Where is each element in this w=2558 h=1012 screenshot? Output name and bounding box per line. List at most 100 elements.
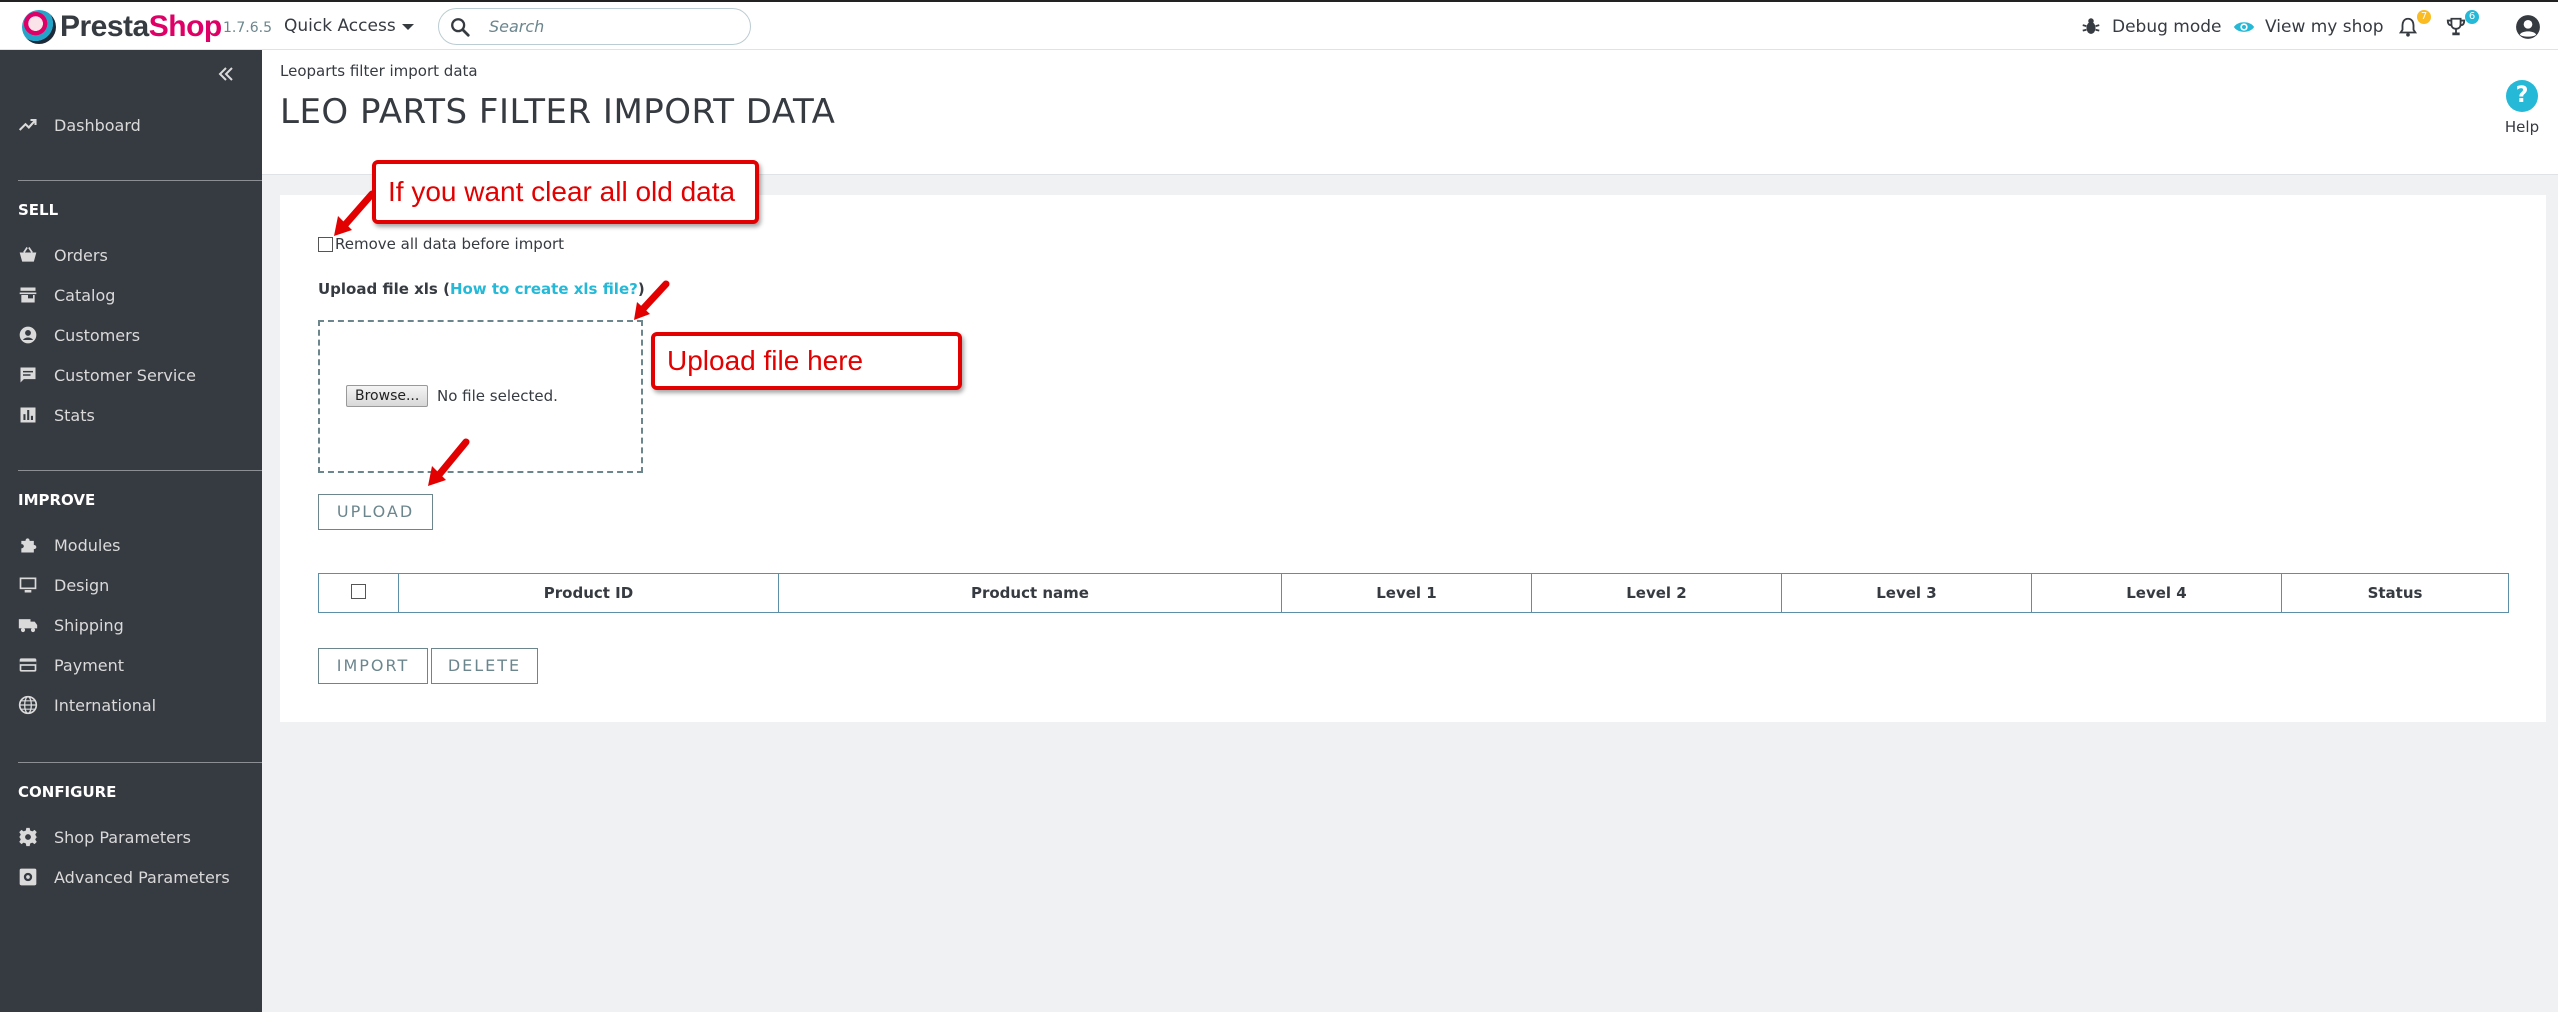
- quick-access-label: Quick Access: [284, 16, 396, 36]
- column-header-product-name[interactable]: Product name: [778, 573, 1282, 613]
- sidebar-item-stats[interactable]: Stats: [18, 400, 258, 430]
- bar-chart-icon: [18, 405, 38, 425]
- sidebar-item-label: Orders: [54, 245, 108, 265]
- column-header-level-1[interactable]: Level 1: [1281, 573, 1532, 613]
- sidebar-item-catalog[interactable]: Catalog: [18, 280, 258, 310]
- user-account-icon[interactable]: [2515, 14, 2541, 40]
- sidebar-item-payment[interactable]: Payment: [18, 650, 258, 680]
- annotation-clear-data: If you want clear all old data: [372, 160, 759, 224]
- sidebar-item-shop-parameters[interactable]: Shop Parameters: [18, 822, 258, 852]
- sidebar-item-design[interactable]: Design: [18, 570, 258, 600]
- browse-button[interactable]: Browse...: [346, 385, 429, 407]
- search-input[interactable]: [489, 17, 729, 36]
- caret-down-icon: [401, 24, 414, 30]
- annotation-arrow-icon: [634, 280, 670, 320]
- brand-shop: Shop: [148, 10, 223, 43]
- section-title-sell: SELL: [18, 201, 59, 219]
- page-title: LEO PARTS FILTER IMPORT DATA: [280, 92, 836, 132]
- how-to-create-xls-link[interactable]: How to create xls file?: [450, 280, 638, 298]
- sidebar-item-international[interactable]: International: [18, 690, 258, 720]
- puzzle-icon: [18, 535, 38, 555]
- section-title-configure: CONFIGURE: [18, 783, 117, 801]
- desktop-icon: [18, 575, 38, 595]
- sidebar-item-label: Customers: [54, 325, 141, 345]
- sidebar-item-orders[interactable]: Orders: [18, 240, 258, 270]
- gear-icon: [18, 827, 38, 847]
- sidebar-divider: [18, 470, 262, 471]
- sidebar-item-label: Stats: [54, 405, 95, 425]
- prestashop-logo[interactable]: PrestaShop: [22, 10, 222, 44]
- upload-button[interactable]: UPLOAD: [318, 494, 433, 530]
- debug-mode-link[interactable]: Debug mode: [2080, 2, 2222, 52]
- upload-file-label: Upload file xls (How to create xls file?…: [318, 280, 645, 298]
- import-panel: Remove all data before import Upload fil…: [280, 195, 2546, 722]
- select-all-header: [318, 573, 399, 613]
- orders-badge: 6: [2465, 10, 2479, 24]
- credit-card-icon: [18, 655, 38, 675]
- brand-presta: Presta: [60, 10, 149, 43]
- sidebar-item-label: Advanced Parameters: [54, 867, 230, 887]
- chat-icon: [18, 365, 38, 385]
- import-button[interactable]: IMPORT: [318, 648, 428, 684]
- sidebar-item-modules[interactable]: Modules: [18, 530, 258, 560]
- quick-access-dropdown[interactable]: Quick Access: [284, 16, 414, 36]
- file-dropzone[interactable]: Browse... No file selected.: [318, 320, 643, 473]
- search-icon[interactable]: [449, 12, 479, 42]
- table-header-row: Product ID Product name Level 1 Level 2 …: [318, 573, 2509, 613]
- help-button[interactable]: ? Help: [2502, 80, 2542, 136]
- debug-mode-label: Debug mode: [2112, 17, 2222, 37]
- page-header: Leoparts filter import data LEO PARTS FI…: [262, 50, 2558, 175]
- sidebar-item-dashboard[interactable]: Dashboard: [18, 110, 258, 140]
- trophy-icon: [2446, 17, 2466, 36]
- sidebar-nav: Dashboard SELL Orders Catalog Customers …: [0, 50, 262, 1012]
- column-header-level-2[interactable]: Level 2: [1531, 573, 1782, 613]
- store-icon: [18, 285, 38, 305]
- sidebar-item-shipping[interactable]: Shipping: [18, 610, 258, 640]
- settings-applications-icon: [18, 867, 38, 887]
- sidebar-item-label: Dashboard: [54, 115, 141, 135]
- help-label: Help: [2504, 118, 2540, 136]
- globe-icon: [18, 695, 38, 715]
- view-my-shop-link[interactable]: View my shop: [2233, 2, 2384, 52]
- help-icon: ?: [2506, 80, 2538, 112]
- notifications-badge: 7: [2417, 10, 2431, 24]
- notifications-button[interactable]: 7: [2397, 10, 2431, 44]
- sidebar-item-customer-service[interactable]: Customer Service: [18, 360, 258, 390]
- basket-icon: [18, 245, 38, 265]
- section-title-improve: IMPROVE: [18, 491, 96, 509]
- sidebar-item-label: Customer Service: [54, 365, 196, 385]
- sidebar-item-advanced-parameters[interactable]: Advanced Parameters: [18, 862, 258, 892]
- sidebar-item-label: Catalog: [54, 285, 116, 305]
- column-header-product-id[interactable]: Product ID: [398, 573, 779, 613]
- annotation-arrow-icon: [428, 438, 470, 486]
- version-label: 1.7.6.5: [223, 20, 272, 36]
- select-all-checkbox[interactable]: [351, 583, 366, 599]
- column-header-level-4[interactable]: Level 4: [2031, 573, 2282, 613]
- view-my-shop-label: View my shop: [2265, 17, 2384, 37]
- annotation-upload-here: Upload file here: [651, 332, 962, 390]
- sidebar-item-label: International: [54, 695, 157, 715]
- bug-icon: [2082, 18, 2100, 34]
- column-header-status[interactable]: Status: [2281, 573, 2509, 613]
- sidebar-item-customers[interactable]: Customers: [18, 320, 258, 350]
- truck-icon: [18, 615, 38, 635]
- annotation-arrow-icon: [334, 190, 376, 236]
- bell-icon: [2398, 17, 2418, 37]
- sidebar-item-label: Shop Parameters: [54, 827, 191, 847]
- prestashop-logo-icon: [22, 10, 56, 44]
- breadcrumb[interactable]: Leoparts filter import data: [280, 62, 478, 80]
- search-box[interactable]: [438, 8, 751, 45]
- sidebar-divider: [18, 762, 262, 763]
- account-circle-icon: [18, 325, 38, 345]
- collapse-sidebar-icon[interactable]: [216, 64, 236, 84]
- orders-button[interactable]: 6: [2445, 10, 2479, 44]
- eye-icon: [2233, 22, 2255, 32]
- delete-button[interactable]: DELETE: [431, 648, 538, 684]
- trending-up-icon: [18, 115, 38, 135]
- no-file-selected-text: No file selected.: [437, 387, 558, 405]
- sidebar-item-label: Design: [54, 575, 110, 595]
- column-header-level-3[interactable]: Level 3: [1781, 573, 2032, 613]
- sidebar-item-label: Payment: [54, 655, 125, 675]
- top-header: PrestaShop 1.7.6.5 Quick Access Debug mo…: [0, 0, 2558, 50]
- import-data-table: Product ID Product name Level 1 Level 2 …: [318, 573, 2509, 613]
